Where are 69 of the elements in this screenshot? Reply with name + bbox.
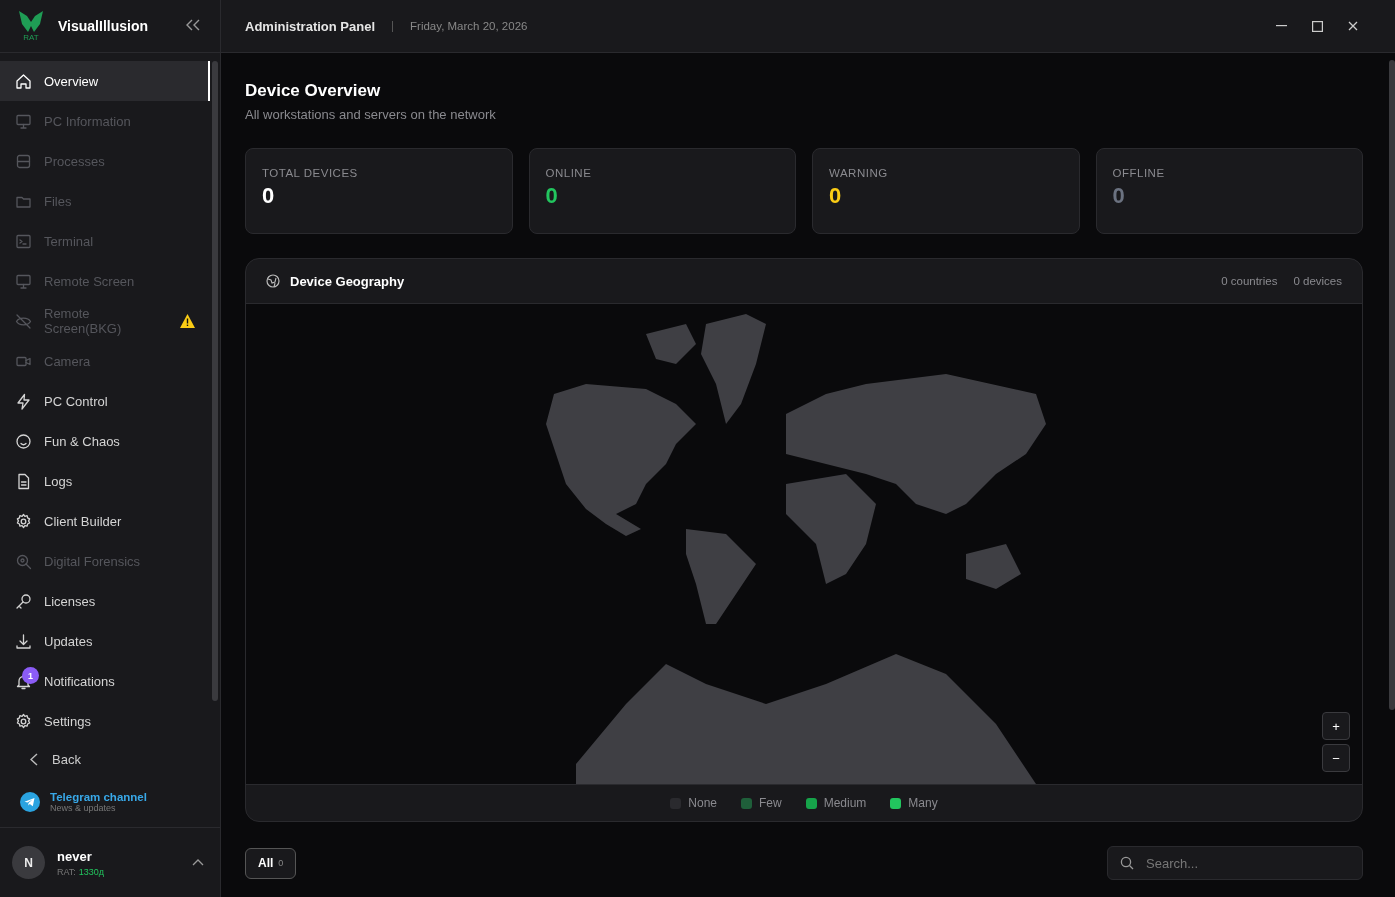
sidebar-item[interactable]: Overview (0, 61, 210, 101)
gear-icon (15, 712, 32, 730)
close-icon (1348, 21, 1358, 31)
all-filter-button[interactable]: All 0 (245, 847, 297, 879)
page-title: Device Overview (245, 81, 382, 101)
stat-value: 0 (1112, 183, 1126, 209)
globe-icon (266, 274, 280, 288)
back-button[interactable]: Back (0, 747, 220, 771)
sidebar-item[interactable]: Updates (0, 621, 210, 661)
minimize-icon (1275, 25, 1287, 27)
legend-label: Few (759, 796, 782, 810)
gear-icon (15, 512, 32, 530)
search-input[interactable]: Search... (1144, 854, 1350, 872)
sidebar-item[interactable]: Fun & Chaos (0, 421, 210, 461)
document-icon (15, 472, 32, 490)
sidebar-item[interactable]: Logs (0, 461, 210, 501)
panel-title: Administration Panel (245, 18, 376, 34)
key-icon (15, 592, 32, 610)
current-date: Friday, March 20, 2026 (410, 20, 529, 32)
stat-label: OFFLINE (1112, 167, 1166, 179)
terminal-icon (15, 232, 32, 250)
logo-caption: RAT (23, 34, 39, 42)
page-subtitle: All workstations and servers on the network (245, 107, 497, 122)
legend-label: Many (908, 796, 938, 810)
stat-label: TOTAL DEVICES (262, 167, 359, 179)
country-count: 0 countries (1221, 275, 1278, 287)
scrollbar[interactable] (1389, 60, 1395, 710)
monitor-icon (15, 272, 32, 290)
search-field[interactable]: Search... (1107, 846, 1363, 880)
app-name: VisualIllusion (58, 18, 149, 34)
legend-label: Medium (823, 796, 867, 810)
sidebar-item[interactable]: 1 Notifications (0, 661, 210, 701)
notification-badge: 1 (22, 667, 39, 684)
stat-value: 0 (829, 183, 843, 209)
telegram-subtitle: News & updates (50, 803, 117, 813)
home-icon (15, 72, 32, 90)
sidebar-item[interactable]: Settings (0, 701, 210, 741)
panel-icon (15, 152, 32, 170)
double-chevron-left-icon (186, 19, 200, 31)
stat-value: 0 (262, 183, 276, 209)
lightning-icon (15, 392, 32, 410)
magnifier-icon (15, 552, 32, 570)
download-icon (15, 632, 32, 650)
stat-value: 0 (545, 183, 559, 209)
plan-value: 1330д (78, 866, 105, 877)
telegram-link[interactable]: Telegram channel (50, 791, 147, 803)
telegram-icon[interactable] (20, 792, 40, 812)
chevron-up-icon[interactable] (192, 859, 204, 866)
sidebar-item[interactable]: Licenses (0, 581, 210, 621)
stat-label: WARNING (829, 167, 889, 179)
card-title: Device Geography (290, 273, 406, 289)
maximize-icon (1311, 20, 1323, 32)
zoom-in-button[interactable]: + (1322, 712, 1350, 740)
user-avatar: N (12, 846, 45, 879)
monitor-icon (15, 112, 32, 130)
logo-icon (18, 10, 44, 34)
device-count: 0 devices (1293, 275, 1342, 287)
eye-off-icon (15, 312, 32, 330)
smiley-icon (15, 432, 32, 450)
chevron-left-icon (30, 752, 38, 766)
sidebar-item[interactable]: Client Builder (0, 501, 210, 541)
user-name: never (57, 848, 93, 864)
plan-label: RAT: (57, 866, 76, 877)
legend-label: None (688, 796, 717, 810)
scrollbar[interactable] (212, 61, 218, 701)
sidebar-item[interactable]: PC Control (0, 381, 210, 421)
stat-label: ONLINE (545, 167, 593, 179)
zoom-out-button[interactable]: − (1322, 744, 1350, 772)
search-icon (1120, 856, 1134, 870)
